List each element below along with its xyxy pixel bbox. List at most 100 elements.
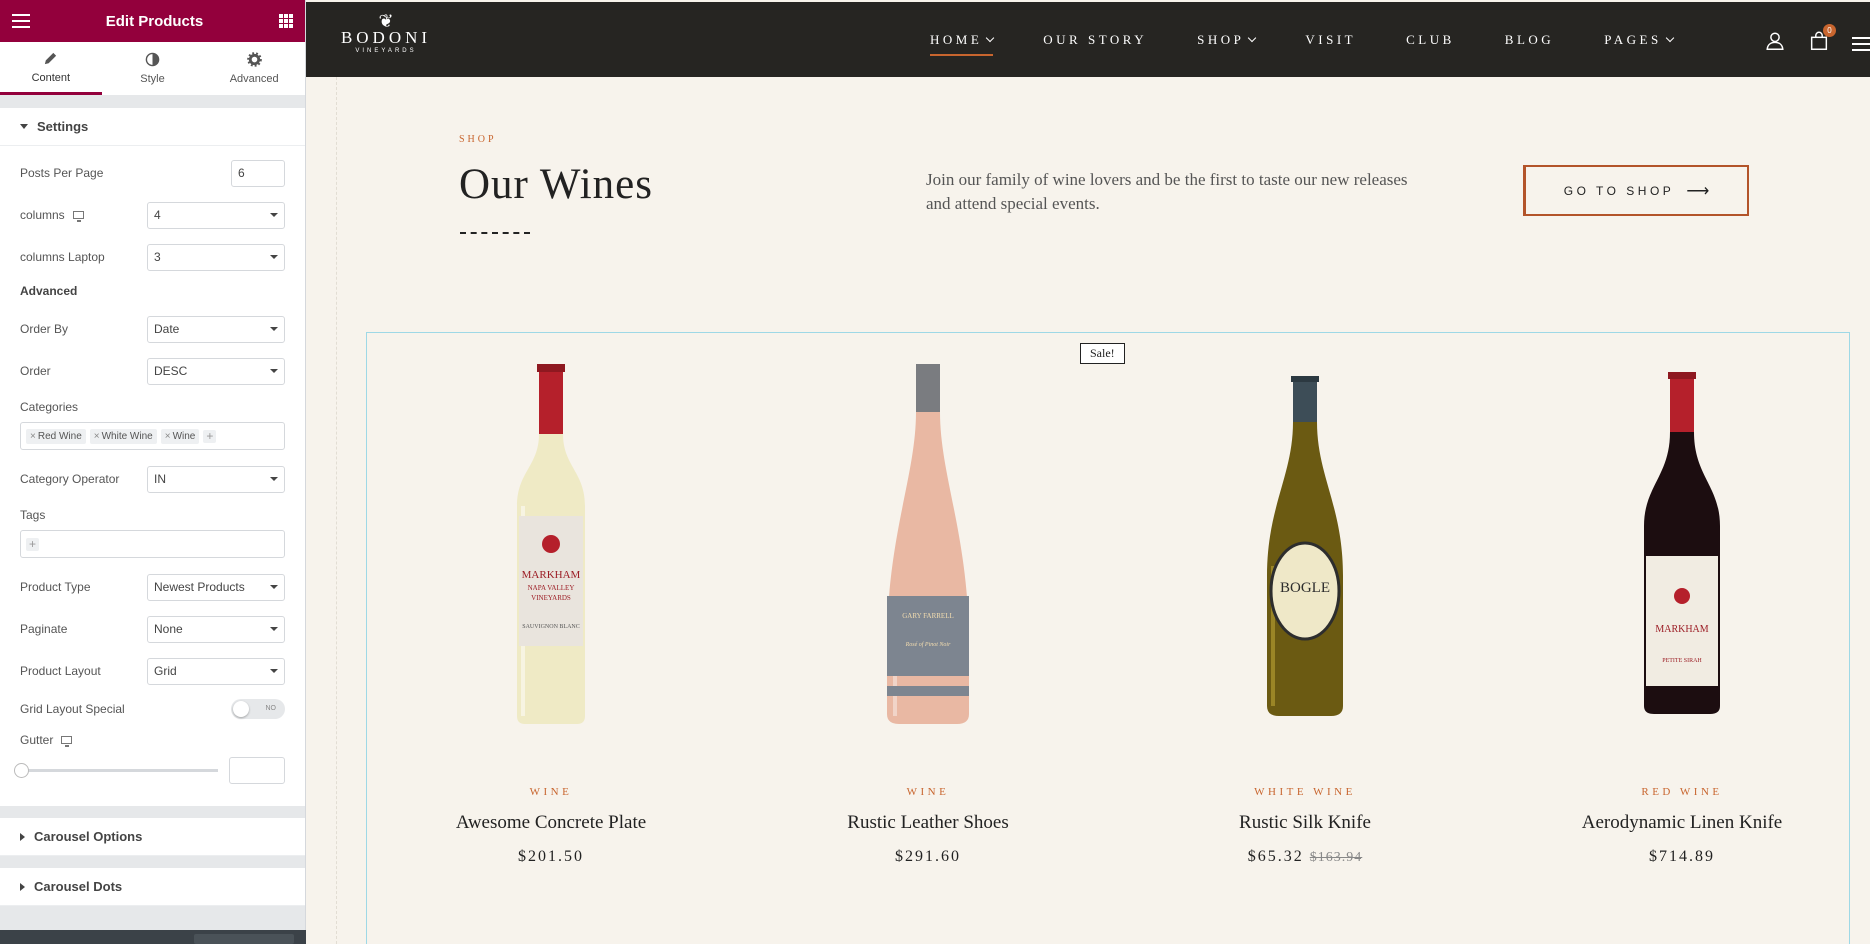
remove-icon[interactable]: ×	[30, 431, 36, 442]
product-image[interactable]: MARKHAM NAPA VALLEY VINEYARDS SAUVIGNON …	[401, 356, 701, 726]
product-category[interactable]: WHITE WINE	[1155, 786, 1455, 798]
footer-button[interactable]	[194, 934, 294, 944]
product-type-control: Product Type Newest Products	[20, 566, 285, 608]
product-type-value: Newest Products	[154, 580, 245, 594]
caret-down-icon	[270, 477, 278, 481]
hamburger-menu-icon[interactable]	[12, 14, 30, 28]
columns-label: columns	[20, 208, 65, 222]
remove-icon[interactable]: ×	[165, 431, 171, 442]
pencil-icon	[45, 52, 57, 64]
nav-item-our-story[interactable]: OUR STORY	[1043, 32, 1147, 48]
columns-select[interactable]: 4	[147, 201, 285, 229]
carousel-dots-title: Carousel Dots	[34, 879, 123, 894]
add-tag-icon[interactable]: +	[26, 537, 39, 551]
category-operator-value: IN	[154, 472, 166, 486]
product-image[interactable]: BOGLE	[1155, 356, 1455, 726]
product-image[interactable]: GARY FARRELL Rosé of Pinot Noir	[778, 356, 1078, 726]
tab-style[interactable]: Style	[102, 42, 204, 95]
panel-title: Edit Products	[105, 12, 204, 30]
product-type-select[interactable]: Newest Products	[147, 573, 285, 601]
gutter-slider[interactable]	[14, 762, 218, 778]
product-image[interactable]: MARKHAM PETITE SIRAH	[1532, 356, 1832, 726]
caret-down-icon	[270, 627, 278, 631]
carousel-dots-section[interactable]: Carousel Dots	[0, 868, 305, 906]
gutter-input[interactable]	[229, 756, 285, 784]
toggle-text: NO	[265, 705, 277, 712]
add-category-icon[interactable]: +	[203, 429, 217, 443]
menu-icon[interactable]	[1852, 36, 1870, 51]
tab-advanced[interactable]: Advanced	[203, 42, 305, 95]
desktop-icon[interactable]	[72, 211, 84, 222]
order-by-select[interactable]: Date	[147, 315, 285, 343]
product-card[interactable]: MARKHAM PETITE SIRAH RED WINE Aerodynami…	[1532, 356, 1832, 866]
user-icon[interactable]	[1764, 30, 1786, 57]
remove-icon[interactable]: ×	[94, 431, 100, 442]
desktop-icon[interactable]	[61, 736, 73, 747]
order-select[interactable]: DESC	[147, 357, 285, 385]
hero-intro: Join our family of wine lovers and be th…	[926, 170, 1408, 213]
category-chip[interactable]: × Wine	[160, 428, 200, 444]
nav-item-home[interactable]: HOME	[930, 32, 995, 56]
columns-laptop-control: columns Laptop 3	[20, 236, 285, 278]
category-operator-label: Category Operator	[20, 472, 120, 486]
product-name[interactable]: Rustic Leather Shoes	[778, 812, 1078, 834]
product-name[interactable]: Aerodynamic Linen Knife	[1532, 812, 1832, 834]
product-card[interactable]: BOGLE WHITE WINE Rustic Silk Knife $65.3…	[1155, 356, 1455, 866]
grid-layout-special-toggle[interactable]: NO	[231, 699, 285, 719]
header-icons: 0	[1764, 24, 1870, 57]
nav-item-visit[interactable]: VISIT	[1305, 32, 1356, 48]
wine-bottle-image: BOGLE	[1267, 376, 1343, 716]
go-to-shop-label: GO TO SHOP	[1563, 183, 1675, 198]
category-operator-control: Category Operator IN	[20, 458, 285, 500]
tab-style-label: Style	[140, 73, 165, 85]
caret-right-icon	[20, 832, 25, 841]
arrow-right-icon: ⟶	[1686, 182, 1710, 200]
product-card[interactable]: MARKHAM NAPA VALLEY VINEYARDS SAUVIGNON …	[401, 356, 701, 866]
product-name[interactable]: Rustic Silk Knife	[1155, 812, 1455, 834]
settings-section-title: Settings	[37, 119, 89, 134]
settings-section-header[interactable]: Settings	[0, 108, 305, 146]
paginate-select[interactable]: None	[147, 615, 285, 643]
caret-down-icon	[270, 585, 278, 589]
product-layout-select[interactable]: Grid	[147, 657, 285, 685]
product-card[interactable]: GARY FARRELL Rosé of Pinot Noir WINE Rus…	[778, 356, 1078, 866]
category-operator-select[interactable]: IN	[147, 465, 285, 493]
title-divider	[460, 232, 530, 234]
cart-icon[interactable]: 0	[1808, 24, 1836, 57]
categories-select[interactable]: × Red Wine × White Wine × Wine +	[20, 422, 285, 450]
product-layout-label: Product Layout	[20, 664, 101, 678]
main-nav: HOME OUR STORY SHOP VISIT CLUB BLOG PAGE…	[930, 32, 1674, 56]
nav-item-club[interactable]: CLUB	[1406, 32, 1455, 48]
advanced-heading: Advanced	[20, 284, 78, 298]
category-chip[interactable]: × White Wine	[89, 428, 157, 444]
bottle-region-text: NAPA VALLEY	[528, 584, 575, 592]
product-category[interactable]: WINE	[401, 786, 701, 798]
caret-down-icon	[270, 255, 278, 259]
slider-thumb[interactable]	[14, 762, 29, 778]
site-logo[interactable]: ❦ BODONI VINEYARDS	[336, 12, 436, 54]
gutter-slider-row	[14, 754, 285, 786]
product-name[interactable]: Awesome Concrete Plate	[401, 812, 701, 834]
product-price: $65.32 $163.94	[1247, 848, 1363, 865]
panel-tabs: Content Style Advanced	[0, 42, 305, 96]
product-category[interactable]: RED WINE	[1532, 786, 1832, 798]
go-to-shop-button[interactable]: GO TO SHOP ⟶	[1523, 165, 1749, 216]
settings-section: Settings Posts Per Page 6 columns 4 colu…	[0, 108, 305, 806]
category-chip[interactable]: × Red Wine	[26, 428, 86, 444]
carousel-options-section[interactable]: Carousel Options	[0, 818, 305, 856]
product-category[interactable]: WINE	[778, 786, 1078, 798]
tab-content-label: Content	[31, 71, 71, 84]
nav-item-blog[interactable]: BLOG	[1505, 32, 1554, 48]
grid-layout-special-control: Grid Layout Special NO	[20, 692, 285, 726]
columns-laptop-select[interactable]: 3	[147, 243, 285, 271]
carousel-options-title: Carousel Options	[34, 829, 143, 844]
bottle-varietal-text: Rosé of Pinot Noir	[905, 641, 951, 648]
nav-item-pages[interactable]: PAGES	[1604, 32, 1674, 48]
tags-select[interactable]: +	[20, 530, 285, 558]
tab-content[interactable]: Content	[0, 42, 102, 95]
wine-bottle-image: GARY FARRELL Rosé of Pinot Noir	[887, 364, 969, 724]
nav-item-shop[interactable]: SHOP	[1197, 32, 1257, 48]
logo-sub: VINEYARDS	[355, 48, 417, 54]
widgets-grid-icon[interactable]	[278, 14, 293, 28]
posts-per-page-input[interactable]: 6	[231, 159, 285, 187]
